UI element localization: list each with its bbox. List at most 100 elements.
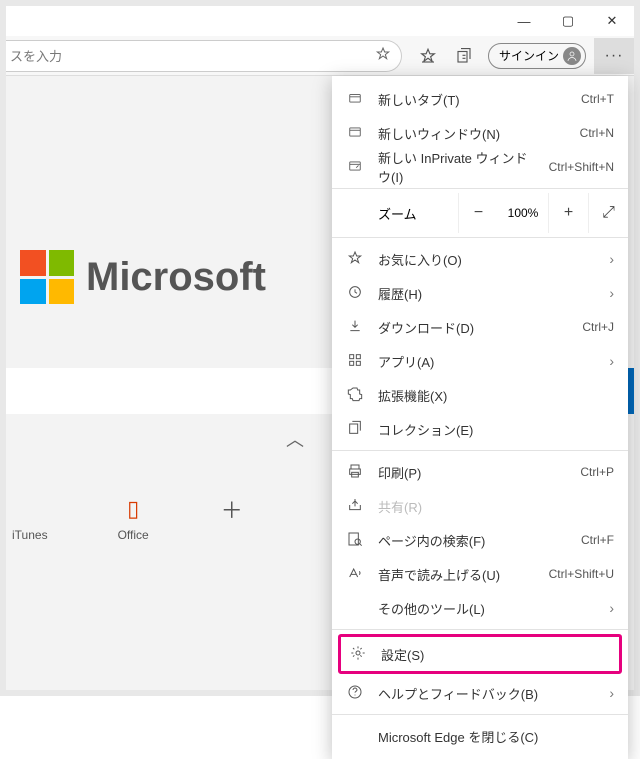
plus-icon: ＋ — [219, 496, 245, 522]
collections-icon — [346, 420, 364, 439]
menu-share[interactable]: 共有(R) — [332, 489, 628, 523]
office-icon: ▯ — [120, 496, 146, 522]
microsoft-logo: Microsoft — [20, 250, 266, 304]
menu-more-tools[interactable]: その他のツール(L) › — [332, 591, 628, 625]
inprivate-icon — [346, 159, 364, 176]
download-icon — [346, 318, 364, 337]
tab-icon — [346, 91, 364, 108]
highlight-box: 設定(S) — [338, 634, 622, 674]
chevron-right-icon: › — [609, 251, 614, 267]
extensions-icon — [346, 386, 364, 405]
app-label: Office — [118, 528, 149, 542]
history-icon — [346, 284, 364, 303]
menu-label: Microsoft Edge を閉じる(C) — [378, 727, 614, 746]
app-itunes[interactable]: iTunes — [12, 496, 48, 542]
menu-label: ヘルプとフィードバック(B) — [378, 684, 595, 703]
menu-label: アプリ(A) — [378, 352, 595, 371]
menu-collections[interactable]: コレクション(E) — [332, 412, 628, 446]
menu-separator — [332, 714, 628, 715]
menu-shortcut: Ctrl+J — [582, 320, 614, 334]
settings-menu: 新しいタブ(T) Ctrl+T 新しいウィンドウ(N) Ctrl+N 新しい I… — [332, 76, 628, 759]
menu-label: コレクション(E) — [378, 420, 614, 439]
apple-icon — [17, 496, 43, 522]
menu-separator — [332, 188, 628, 189]
address-text: スを入力 — [10, 46, 62, 65]
menu-favorites[interactable]: お気に入り(O) › — [332, 242, 628, 276]
chevron-right-icon: › — [609, 685, 614, 701]
print-icon — [346, 463, 364, 482]
window-maximize-button[interactable]: ▢ — [546, 6, 590, 36]
collections-icon[interactable] — [446, 38, 482, 74]
menu-label: 印刷(P) — [378, 463, 566, 482]
avatar-icon — [563, 47, 581, 65]
menu-label: お気に入り(O) — [378, 250, 595, 269]
find-icon — [346, 531, 364, 550]
star-icon — [346, 250, 364, 269]
window-close-button[interactable]: ✕ — [590, 6, 634, 36]
menu-downloads[interactable]: ダウンロード(D) Ctrl+J — [332, 310, 628, 344]
menu-new-window[interactable]: 新しいウィンドウ(N) Ctrl+N — [332, 116, 628, 150]
address-bar[interactable]: スを入力 — [6, 40, 402, 72]
more-menu-button[interactable]: ··· — [594, 38, 634, 74]
menu-label: 拡張機能(X) — [378, 386, 614, 405]
favorites-icon[interactable] — [410, 38, 446, 74]
menu-read-aloud[interactable]: 音声で読み上げる(U) Ctrl+Shift+U — [332, 557, 628, 591]
share-icon — [346, 497, 364, 516]
app-label: iTunes — [12, 528, 48, 542]
chevron-right-icon: › — [609, 285, 614, 301]
menu-zoom: ズーム − 100% + ⤢ — [332, 193, 628, 233]
read-aloud-icon — [346, 565, 364, 584]
menu-shortcut: Ctrl+F — [581, 533, 614, 547]
browser-toolbar: スを入力 サインイン ··· — [6, 36, 634, 76]
signin-label: サインイン — [499, 47, 559, 64]
menu-history[interactable]: 履歴(H) › — [332, 276, 628, 310]
favorite-star-icon[interactable] — [375, 46, 391, 65]
zoom-value: 100% — [498, 206, 548, 220]
fullscreen-button[interactable]: ⤢ — [588, 193, 628, 233]
gear-icon — [349, 645, 367, 664]
chevron-right-icon: › — [609, 353, 614, 369]
window-titlebar: — ▢ ✕ — [6, 6, 634, 36]
menu-separator — [332, 629, 628, 630]
menu-label: 新しい InPrivate ウィンドウ(I) — [378, 148, 535, 186]
menu-new-inprivate[interactable]: 新しい InPrivate ウィンドウ(I) Ctrl+Shift+N — [332, 150, 628, 184]
menu-label: 音声で読み上げる(U) — [378, 565, 535, 584]
menu-shortcut: Ctrl+N — [580, 126, 614, 140]
menu-separator — [332, 450, 628, 451]
menu-separator — [332, 237, 628, 238]
menu-label: 新しいタブ(T) — [378, 90, 567, 109]
zoom-in-button[interactable]: + — [548, 193, 588, 233]
menu-label: ページ内の検索(F) — [378, 531, 567, 550]
menu-shortcut: Ctrl+Shift+N — [549, 160, 614, 174]
window-icon — [346, 125, 364, 142]
zoom-label: ズーム — [332, 204, 458, 223]
menu-label: 履歴(H) — [378, 284, 595, 303]
zoom-out-button[interactable]: − — [458, 193, 498, 233]
help-icon — [346, 684, 364, 703]
menu-apps[interactable]: アプリ(A) › — [332, 344, 628, 378]
menu-help[interactable]: ヘルプとフィードバック(B) › — [332, 676, 628, 710]
chevron-up-icon[interactable]: ︿ — [286, 426, 304, 452]
app-add[interactable]: ＋ — [219, 496, 245, 542]
signin-button[interactable]: サインイン — [488, 43, 586, 69]
microsoft-logo-text: Microsoft — [86, 255, 266, 300]
menu-shortcut: Ctrl+P — [580, 465, 614, 479]
window-minimize-button[interactable]: — — [502, 6, 546, 36]
chevron-right-icon: › — [609, 600, 614, 616]
menu-settings[interactable]: 設定(S) — [341, 637, 619, 671]
menu-new-tab[interactable]: 新しいタブ(T) Ctrl+T — [332, 82, 628, 116]
apps-icon — [346, 352, 364, 371]
menu-shortcut: Ctrl+T — [581, 92, 614, 106]
menu-find[interactable]: ページ内の検索(F) Ctrl+F — [332, 523, 628, 557]
menu-label: その他のツール(L) — [378, 599, 595, 618]
menu-label: ダウンロード(D) — [378, 318, 568, 337]
menu-label: 新しいウィンドウ(N) — [378, 124, 566, 143]
app-office[interactable]: ▯ Office — [118, 496, 149, 542]
menu-shortcut: Ctrl+Shift+U — [549, 567, 614, 581]
menu-close-edge[interactable]: Microsoft Edge を閉じる(C) — [332, 719, 628, 753]
menu-extensions[interactable]: 拡張機能(X) — [332, 378, 628, 412]
menu-print[interactable]: 印刷(P) Ctrl+P — [332, 455, 628, 489]
menu-label: 設定(S) — [381, 645, 611, 664]
microsoft-logo-icon — [20, 250, 74, 304]
app-shortcuts: iTunes ▯ Office ＋ — [6, 496, 245, 542]
